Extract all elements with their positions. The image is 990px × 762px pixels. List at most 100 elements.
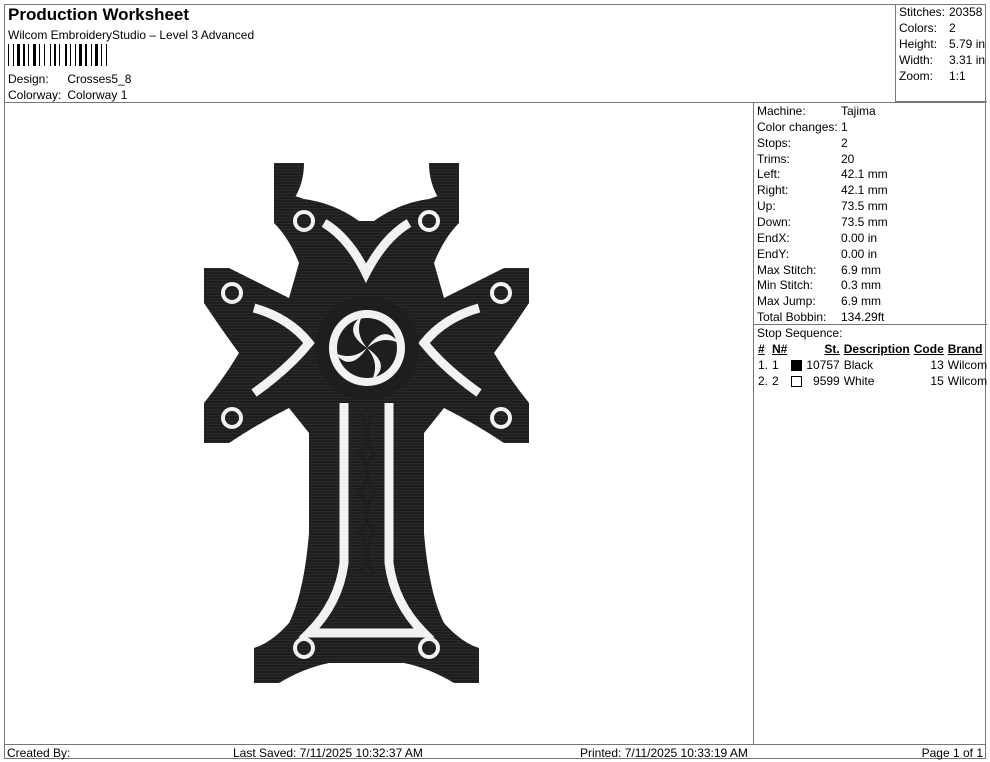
info-value: 42.1 mm: [841, 167, 888, 181]
info-color-changes: Color changes: 1: [757, 120, 848, 134]
info-value: 0.00 in: [841, 231, 878, 245]
info-label: Color changes:: [757, 120, 838, 134]
table-header-row: # N# St. Description Code Brand: [756, 341, 989, 357]
info-value: Tajima: [841, 104, 876, 118]
info-value: 73.5 mm: [841, 199, 888, 213]
colorway-row: Colorway: Colorway 1: [8, 88, 127, 102]
row-description: Black: [843, 358, 874, 372]
info-value: 20: [841, 152, 855, 166]
stat-label: Height:: [899, 37, 938, 51]
design-row: Design: Crosses5_8: [8, 72, 131, 86]
stop-sequence-title: Stop Sequence:: [757, 326, 843, 340]
row-needle: 1: [772, 358, 779, 372]
info-down: Down: 73.5 mm: [757, 215, 888, 229]
info-label: Min Stitch:: [757, 278, 814, 292]
stat-colors: Colors: 2: [899, 21, 956, 35]
info-max-stitch: Max Stitch: 6.9 mm: [757, 263, 881, 277]
info-label: Trims:: [757, 152, 790, 166]
info-machine: Machine: Tajima: [757, 104, 876, 118]
info-endy: EndY: 0.00 in: [757, 247, 877, 261]
col-num: #: [758, 342, 765, 356]
stat-height: Height: 5.79 in: [899, 37, 985, 51]
info-up: Up: 73.5 mm: [757, 199, 888, 213]
design-label: Design:: [8, 72, 49, 86]
colorway-label: Colorway:: [8, 88, 62, 102]
stat-label: Zoom:: [899, 69, 934, 83]
cross-embroidery-image: [204, 163, 529, 683]
info-label: Down:: [757, 215, 792, 229]
row-num: 2.: [758, 374, 769, 388]
design-value: Crosses5_8: [67, 72, 132, 86]
stat-label: Width:: [899, 53, 934, 67]
row-stitches: 10757: [806, 358, 840, 372]
col-brand: Brand: [947, 342, 983, 356]
col-stitches: St.: [824, 342, 840, 356]
color-swatch-icon: [791, 376, 803, 388]
row-code: 15: [930, 374, 944, 388]
stat-value: 2: [949, 21, 956, 35]
stat-width: Width: 3.31 in: [899, 53, 985, 67]
stat-value: 3.31 in: [949, 53, 986, 67]
info-label: EndY:: [757, 247, 790, 261]
software-name: Wilcom EmbroideryStudio – Level 3 Advanc…: [8, 28, 255, 42]
row-num: 1.: [758, 358, 769, 372]
printed-date: Printed: 7/11/2025 10:33:19 AM: [580, 746, 748, 760]
info-total-bobbin: Total Bobbin: 134.29ft: [757, 310, 884, 324]
info-label: Max Jump:: [757, 294, 816, 308]
info-max-jump: Max Jump: 6.9 mm: [757, 294, 881, 308]
info-label: Stops:: [757, 136, 792, 150]
info-value: 134.29ft: [841, 310, 885, 324]
row-code: 13: [930, 358, 944, 372]
info-left: Left: 42.1 mm: [757, 167, 888, 181]
table-row: 1. 1 10757 Black 13 Wilcom: [756, 357, 989, 373]
info-label: Right:: [757, 183, 789, 197]
created-by: Created By:: [7, 746, 71, 760]
row-description: White: [843, 374, 875, 388]
col-description: Description: [843, 342, 910, 356]
section-divider: [754, 324, 987, 325]
info-endx: EndX: 0.00 in: [757, 231, 877, 245]
col-swatch: [789, 341, 804, 357]
page-number: Page 1 of 1: [921, 746, 983, 760]
page-title: Production Worksheet: [8, 5, 190, 24]
info-value: 42.1 mm: [841, 183, 888, 197]
info-min-stitch: Min Stitch: 0.3 mm: [757, 278, 881, 292]
colorway-value: Colorway 1: [67, 88, 128, 102]
info-label: Up:: [757, 199, 776, 213]
row-swatch: [789, 373, 804, 389]
info-value: 0.00 in: [841, 247, 878, 261]
row-swatch: [789, 357, 804, 373]
info-value: 0.3 mm: [841, 278, 882, 292]
row-stitches: 9599: [813, 374, 840, 388]
machine-info-panel: Machine: Tajima Color changes: 1 Stops: 2 T…: [753, 103, 987, 744]
info-value: 6.9 mm: [841, 263, 882, 277]
footer: Created By: Last Saved: 7/11/2025 10:32:…: [4, 744, 986, 760]
col-needle: N#: [772, 342, 788, 356]
info-trims: Trims: 20: [757, 152, 854, 166]
table-row: 2. 2 9599 White 15 Wilcom: [756, 373, 989, 389]
info-value: 6.9 mm: [841, 294, 882, 308]
stat-stitches: Stitches: 20358: [899, 5, 982, 19]
stat-zoom: Zoom: 1:1: [899, 69, 966, 83]
info-label: Left:: [757, 167, 781, 181]
stop-sequence-table: # N# St. Description Code Brand 1. 1 107…: [756, 341, 989, 389]
info-value: 1: [841, 120, 848, 134]
info-label: Max Stitch:: [757, 263, 817, 277]
info-label: Total Bobbin:: [757, 310, 827, 324]
stat-value: 20358: [949, 5, 983, 19]
last-saved: Last Saved: 7/11/2025 10:32:37 AM: [233, 746, 423, 760]
barcode: [8, 44, 107, 66]
stat-label: Colors:: [899, 21, 938, 35]
color-swatch-icon: [791, 360, 803, 372]
info-right: Right: 42.1 mm: [757, 183, 888, 197]
stat-value: 5.79 in: [949, 37, 986, 51]
info-stops: Stops: 2: [757, 136, 848, 150]
info-label: Machine:: [757, 104, 806, 118]
info-value: 2: [841, 136, 848, 150]
row-brand: Wilcom: [947, 358, 988, 372]
stat-label: Stitches:: [899, 5, 946, 19]
info-label: EndX:: [757, 231, 790, 245]
row-brand: Wilcom: [947, 374, 988, 388]
col-code: Code: [913, 342, 944, 356]
row-needle: 2: [772, 374, 779, 388]
